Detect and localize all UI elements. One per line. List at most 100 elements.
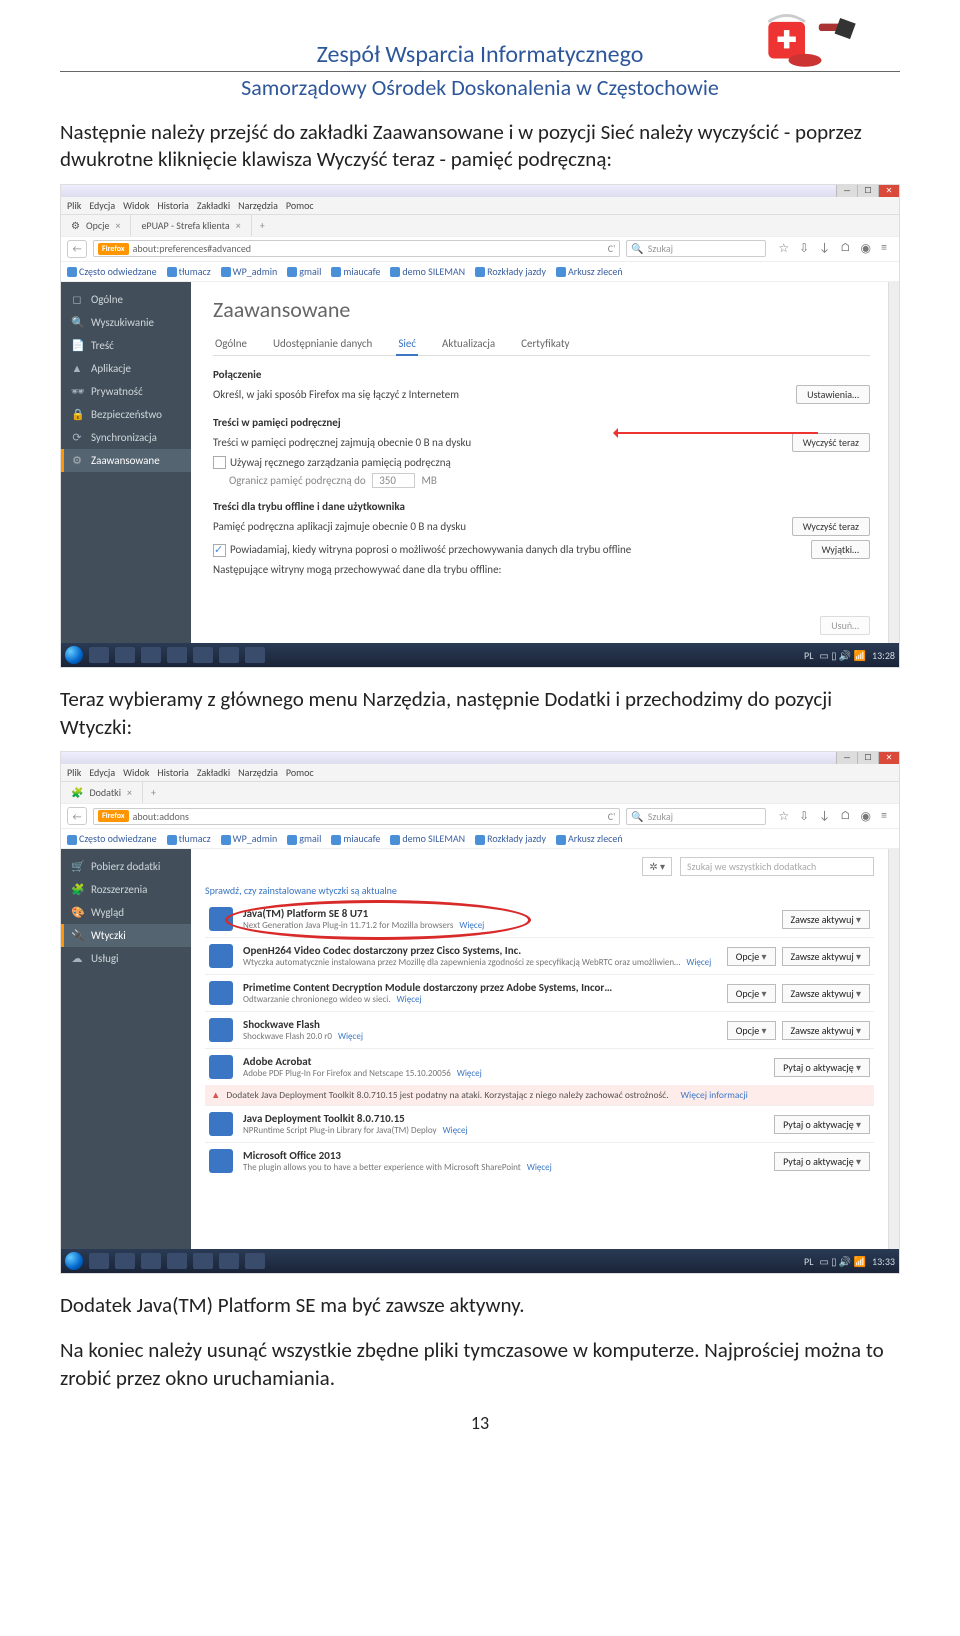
bookmark-icon[interactable]: ☆ [778,809,789,824]
taskbar-app[interactable] [167,1253,187,1269]
bookmark-item[interactable]: demo SILEMAN [390,265,465,278]
bookmark-item[interactable]: miaucafe [331,265,380,278]
bookmark-item[interactable]: gmail [287,265,321,278]
bookmark-item[interactable]: Często odwiedzane [67,832,157,845]
more-info-link[interactable]: Więcej informacji [681,1089,748,1101]
subtab-udostępnianie-danych[interactable]: Udostępnianie danych [271,333,374,355]
more-link[interactable]: Więcej [459,920,484,931]
menu-pomoc[interactable]: Pomoc [286,766,314,779]
taskbar-app[interactable] [219,647,239,663]
sidebar-item-zaawansowane[interactable]: ⚙Zaawansowane [61,449,191,472]
menu-zakładki[interactable]: Zakładki [197,766,230,779]
address-bar[interactable]: Firefox about:preferences#advanced C' [93,240,620,257]
menu-plik[interactable]: Plik [67,766,81,779]
menu-zakładki[interactable]: Zakładki [197,199,230,212]
settings-button[interactable]: Ustawienia… [796,385,870,404]
more-link[interactable]: Więcej [686,957,711,968]
sidebar-item-prywatność[interactable]: 🕶Prywatność [61,380,191,403]
taskbar-app[interactable] [167,647,187,663]
plugin-action[interactable]: Pytaj o aktywację [774,1152,870,1171]
minimize-button[interactable]: — [836,185,857,197]
taskbar-app[interactable] [89,1253,109,1269]
plugin-action[interactable]: Opcje [727,947,776,966]
menu-edycja[interactable]: Edycja [89,766,115,779]
bookmark-item[interactable]: WP_admin [221,265,278,278]
subtab-aktualizacja[interactable]: Aktualizacja [440,333,497,355]
bookmark-item[interactable]: Arkusz zleceń [556,832,623,845]
new-tab-button[interactable]: + [252,215,273,236]
bookmark-item[interactable]: Rozkłady jazdy [475,265,546,278]
taskbar-app[interactable] [219,1253,239,1269]
taskbar-app[interactable] [245,647,265,663]
sidebar-item-rozszerzenia[interactable]: 🧩Rozszerzenia [61,878,191,901]
more-link[interactable]: Więcej [457,1068,482,1079]
more-link[interactable]: Więcej [527,1162,552,1173]
sidebar-item-bezpieczeństwo[interactable]: 🔒Bezpieczeństwo [61,403,191,426]
sidebar-item-wyszukiwanie[interactable]: 🔍Wyszukiwanie [61,311,191,334]
subtab-sieć[interactable]: Sieć [396,333,418,356]
tools-menu[interactable]: ✲ ▾ [642,857,672,876]
taskbar-app[interactable] [141,1253,161,1269]
start-button[interactable] [65,1252,83,1270]
search-bar[interactable]: 🔍Szukaj [626,240,766,257]
back-button[interactable]: ← [67,240,87,258]
sidebar-item-wygląd[interactable]: 🎨Wygląd [61,901,191,924]
menu-widok[interactable]: Widok [123,199,149,212]
bookmark-item[interactable]: Rozkłady jazdy [475,832,546,845]
start-button[interactable] [65,646,83,664]
check-updates-link[interactable]: Sprawdź, czy zainstalowane wtyczki są ak… [205,884,874,897]
bookmark-item[interactable]: demo SILEMAN [390,832,465,845]
menu-icon[interactable]: ≡ [881,241,887,256]
tab-epuap[interactable]: ePUAP - Strefa klienta× [131,215,251,236]
plugin-action[interactable]: Zawsze aktywuj [782,947,870,966]
more-link[interactable]: Więcej [338,1031,363,1042]
reload-icon[interactable]: C' [608,810,616,823]
more-link[interactable]: Więcej [443,1125,468,1136]
sidebar-item-treść[interactable]: 📄Treść [61,334,191,357]
menu-narzędzia[interactable]: Narzędzia [238,199,278,212]
cache-size-input[interactable]: 350 [372,473,415,488]
sidebar-item-aplikacje[interactable]: ▲Aplikacje [61,357,191,380]
remove-button[interactable]: Usuń… [820,616,870,635]
plugin-action[interactable]: Zawsze aktywuj [782,910,870,929]
downloads-icon[interactable]: ↓ [819,809,830,824]
plugin-action[interactable]: Pytaj o aktywację [774,1058,870,1077]
back-button[interactable]: ← [67,807,87,825]
minimize-button[interactable]: — [836,752,857,764]
menu-pomoc[interactable]: Pomoc [286,199,314,212]
sync-icon[interactable]: ◉ [861,241,871,256]
pocket-icon[interactable]: ⇩ [799,241,809,256]
plugin-action[interactable]: Zawsze aktywuj [782,1021,870,1040]
manual-cache-checkbox[interactable] [213,456,226,469]
bookmark-item[interactable]: WP_admin [221,832,278,845]
downloads-icon[interactable]: ↓ [819,241,830,256]
sidebar-item-synchronizacja[interactable]: ⟳Synchronizacja [61,426,191,449]
sync-icon[interactable]: ◉ [861,809,871,824]
taskbar-app[interactable] [89,647,109,663]
addons-search-input[interactable]: Szukaj we wszystkich dodatkach [680,857,874,876]
plugin-action[interactable]: Pytaj o aktywację [774,1115,870,1134]
close-button[interactable]: ✕ [878,752,899,764]
bookmark-item[interactable]: gmail [287,832,321,845]
address-bar[interactable]: Firefox about:addons C' [93,808,620,825]
menu-bar[interactable]: PlikEdycjaWidokHistoriaZakładkiNarzędzia… [61,197,899,215]
bookmark-item[interactable]: miaucafe [331,832,380,845]
close-button[interactable]: ✕ [878,185,899,197]
scrollbar[interactable] [888,849,899,1249]
plugin-action[interactable]: Opcje [727,1021,776,1040]
bookmark-item[interactable]: Arkusz zleceń [556,265,623,278]
menu-edycja[interactable]: Edycja [89,199,115,212]
tab-dodatki[interactable]: 🧩Dodatki× [61,782,143,803]
menu-historia[interactable]: Historia [157,766,188,779]
pocket-icon[interactable]: ⇩ [799,809,809,824]
menu-bar[interactable]: PlikEdycjaWidokHistoriaZakładkiNarzędzia… [61,764,899,782]
bookmark-item[interactable]: Często odwiedzane [67,265,157,278]
taskbar-app[interactable] [193,1253,213,1269]
reload-icon[interactable]: C' [608,242,616,255]
notify-checkbox[interactable] [213,544,226,557]
taskbar-app[interactable] [115,647,135,663]
maximize-button[interactable]: ☐ [857,752,878,764]
sidebar-item-wtyczki[interactable]: 🔌Wtyczki [61,924,191,947]
bookmark-item[interactable]: tłumacz [167,265,211,278]
taskbar-app[interactable] [115,1253,135,1269]
